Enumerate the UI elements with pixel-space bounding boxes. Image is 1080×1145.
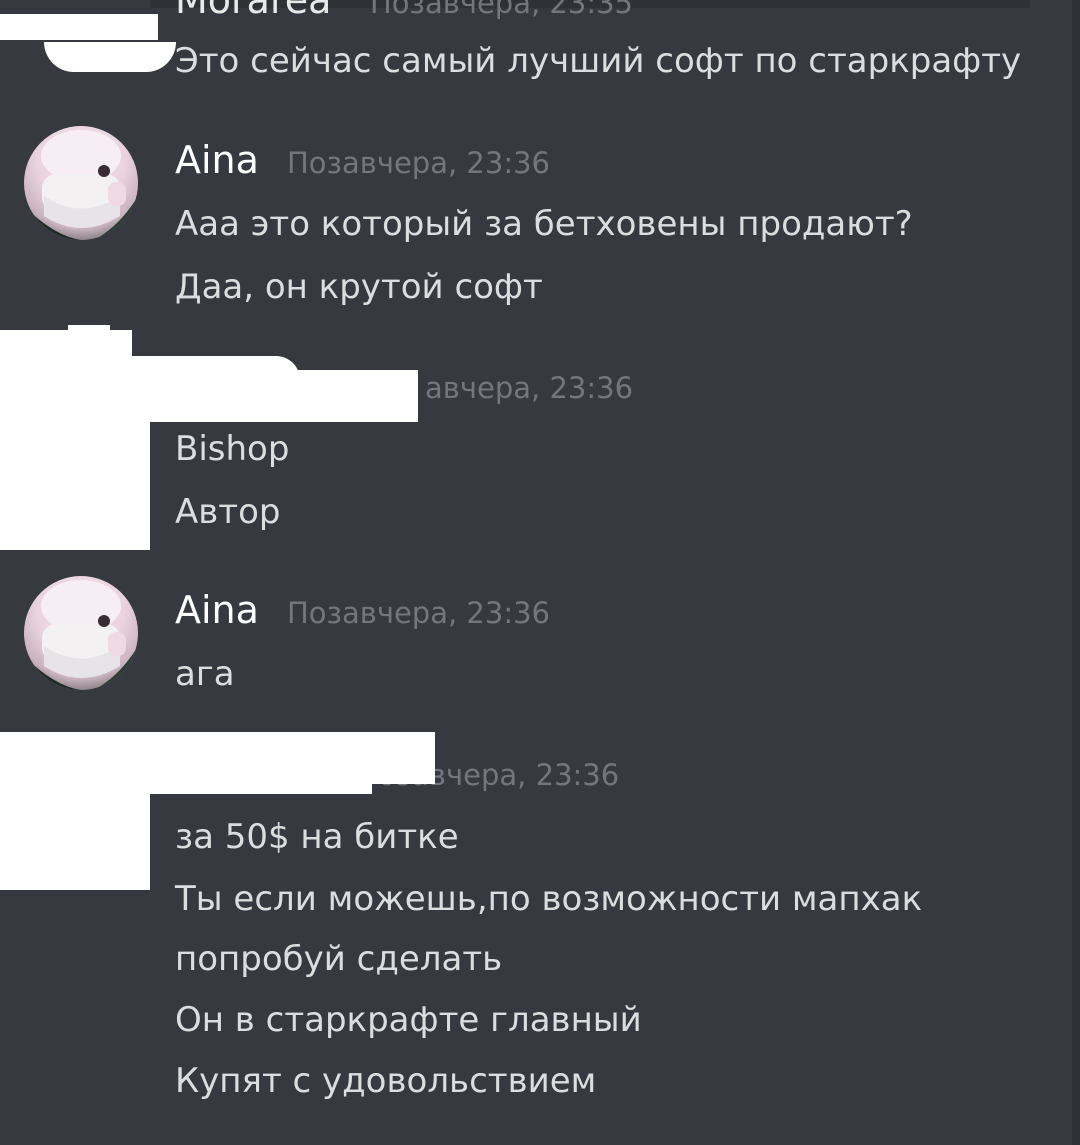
message-text: Купят с удовольствием (175, 1061, 597, 1101)
redaction-mark (0, 732, 435, 784)
message-text: Ааа это который за бетховены продают? (175, 204, 913, 244)
redaction-mark (0, 790, 150, 890)
author-name[interactable]: Aina (175, 138, 259, 182)
message-text: Даа, он крутой софт (175, 267, 543, 307)
message-text: Ты если можешь,по возможности мапхак (175, 879, 923, 919)
message-timestamp: Позавчера, 23:35 (370, 0, 633, 20)
redaction-mark (0, 370, 418, 422)
chat-message-list[interactable]: Morarea Позавчера, 23:35 Это сейчас самы… (0, 0, 1080, 1145)
avatar[interactable] (24, 126, 138, 240)
message-text: Bishop (175, 429, 290, 469)
avatar-photo-icon (24, 580, 138, 690)
message-timestamp: Позавчера, 23:36 (287, 146, 550, 180)
message-text: за 50$ на битке (175, 817, 459, 857)
redaction-mark (44, 42, 176, 72)
avatar[interactable] (24, 576, 138, 690)
message-timestamp: Позавчера, 23:36 (287, 596, 550, 630)
author-name[interactable]: Aina (175, 588, 259, 632)
message-text: Он в старкрафте главный (175, 1000, 642, 1040)
message-timestamp: авчера, 23:36 (425, 371, 634, 405)
message-text: ага (175, 654, 235, 694)
author-name[interactable]: Morarea (175, 0, 331, 22)
scrollbar[interactable] (1072, 0, 1080, 1145)
redaction-mark (0, 418, 150, 550)
message-text: попробуй сделать (175, 939, 503, 979)
avatar-photo-icon (24, 130, 138, 240)
redaction-mark (0, 14, 158, 40)
message-text: Автор (175, 492, 281, 532)
message-text: Это сейчас самый лучший софт по старкраф… (175, 41, 1022, 81)
